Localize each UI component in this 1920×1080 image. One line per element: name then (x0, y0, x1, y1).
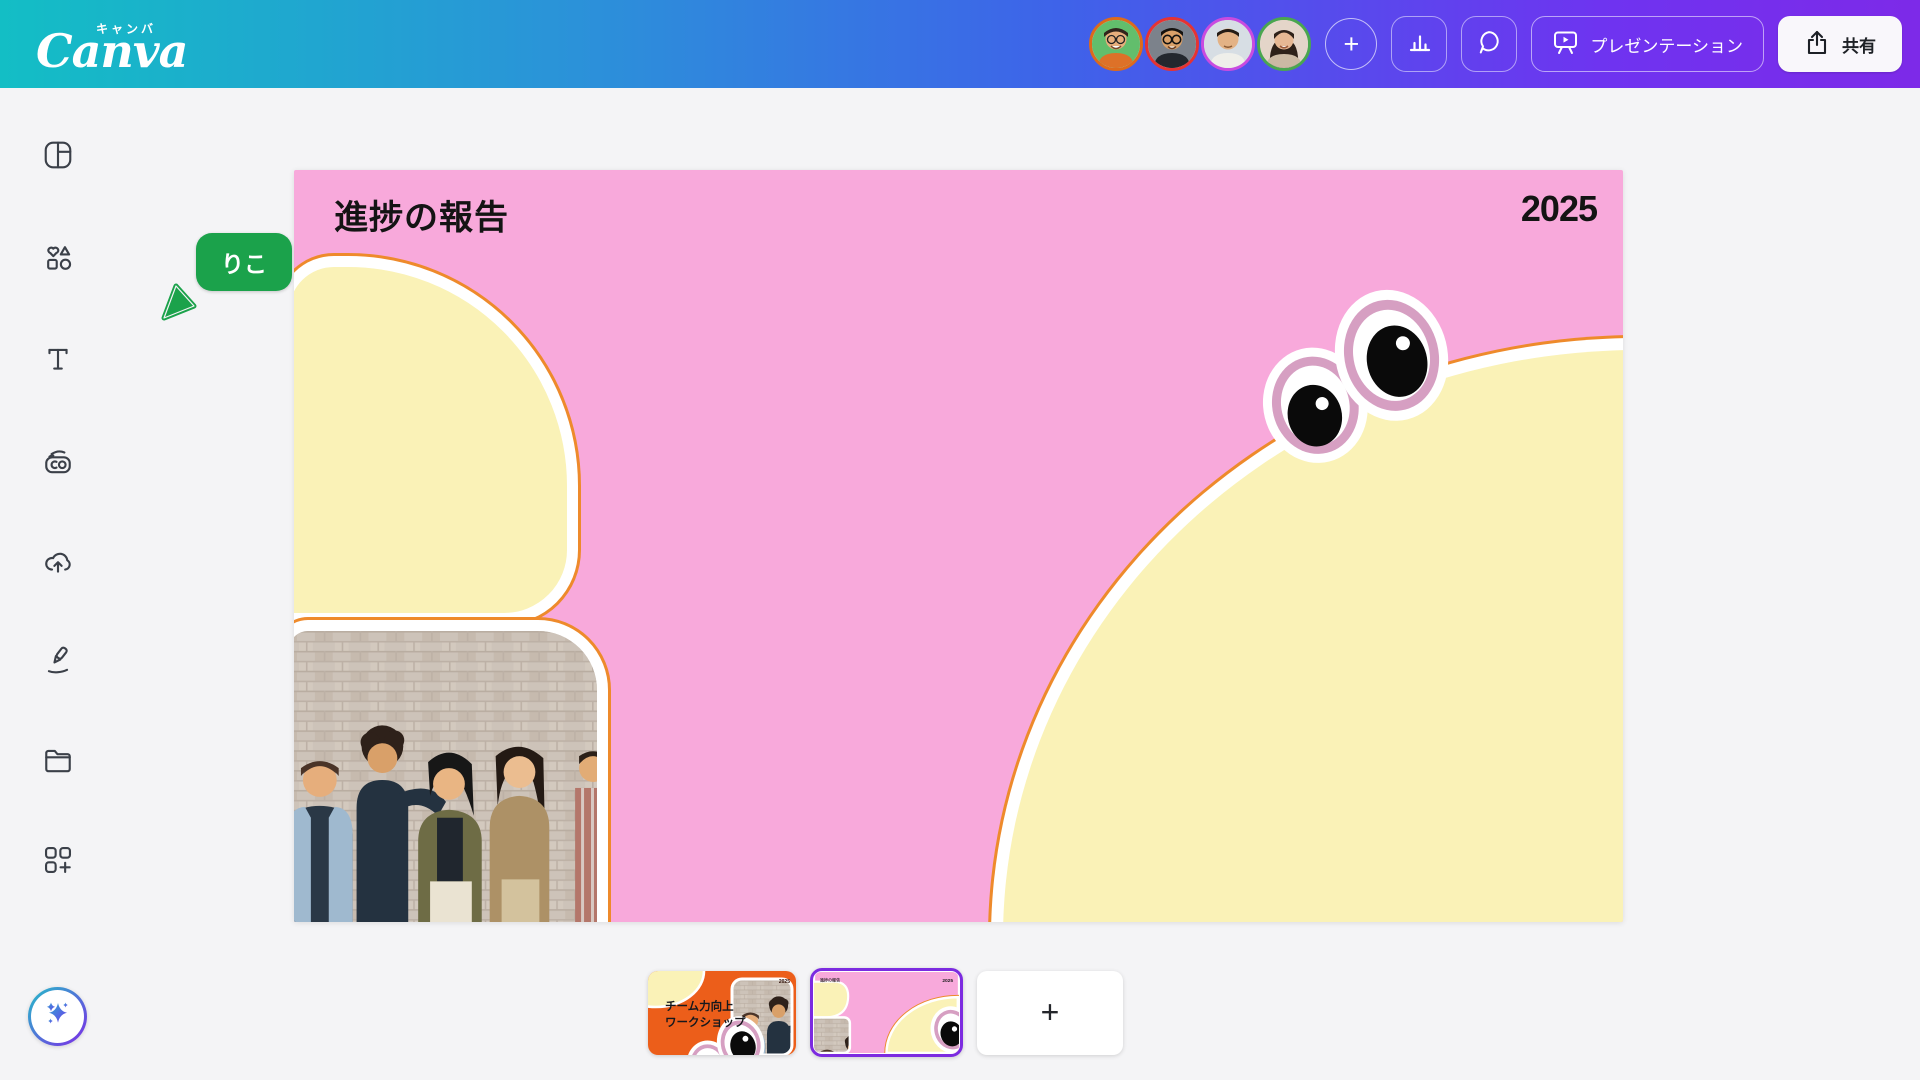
avatar-collaborator-4[interactable] (1257, 17, 1311, 71)
collaborator-cursor-label: りこ (196, 233, 292, 291)
present-label: プレゼンテーション (1590, 32, 1743, 57)
share-upload-icon (1804, 28, 1830, 61)
add-page-button[interactable]: + (977, 971, 1123, 1055)
googly-eyes-sticker[interactable] (1249, 282, 1469, 482)
avatar-collaborator-1[interactable] (1089, 17, 1143, 71)
sidebar-item-projects[interactable] (42, 744, 74, 776)
canva-editor: キャンバ Canva + (0, 0, 1920, 1080)
design-icon (42, 158, 74, 175)
upload-cloud-icon (42, 564, 74, 581)
topbar-actions: + プレゼンテーション 共有 (1087, 16, 1902, 72)
comment-bubble-icon (1474, 27, 1504, 62)
sidebar-item-uploads[interactable] (42, 545, 74, 577)
collaborator-avatars (1087, 17, 1311, 71)
top-bar: キャンバ Canva + (0, 0, 1920, 88)
canva-assistant-button[interactable] (28, 987, 87, 1046)
avatar-collaborator-2[interactable] (1145, 17, 1199, 71)
slide-title-text[interactable]: 進捗の報告 (334, 190, 509, 239)
sidebar-item-elements[interactable] (42, 241, 74, 273)
share-label: 共有 (1842, 32, 1876, 57)
sidebar-item-text[interactable] (42, 343, 74, 375)
comments-button[interactable] (1461, 16, 1517, 72)
slide-year-text[interactable]: 2025 (1521, 188, 1597, 230)
sidebar-item-draw[interactable] (42, 644, 74, 676)
share-button[interactable]: 共有 (1778, 16, 1902, 72)
thumb1-year: 2025 (779, 979, 790, 985)
plus-icon: + (1041, 994, 1060, 1031)
team-photo (294, 631, 597, 922)
bar-chart-icon (1404, 27, 1434, 62)
folder-icon (42, 763, 74, 780)
page-thumbnail-1[interactable]: チーム力向上 ワークショップ 2025 (648, 971, 796, 1055)
yellow-blob-top-left[interactable] (294, 256, 578, 624)
thumb1-label-line1: チーム力向上 (665, 999, 734, 1013)
insights-button[interactable] (1391, 16, 1447, 72)
thumb1-label-line2: ワークショップ (665, 1015, 746, 1029)
editor-sidebar (0, 88, 96, 1080)
page-filmstrip: チーム力向上 ワークショップ 2025 進捗の報告 2025 (648, 968, 1123, 1057)
sparkles-icon (41, 997, 75, 1036)
sidebar-item-apps[interactable] (42, 844, 74, 876)
sidebar-item-brand[interactable] (42, 445, 74, 477)
sidebar-item-design[interactable] (42, 139, 74, 171)
canva-logo[interactable]: キャンバ Canva (36, 14, 187, 74)
page-thumbnail-2-selected[interactable]: 進捗の報告 2025 (810, 968, 963, 1057)
team-photo-frame[interactable] (294, 620, 608, 922)
design-canvas-page[interactable]: 進捗の報告 2025 (294, 170, 1623, 922)
text-icon (42, 362, 74, 379)
thumb2-title: 進捗の報告 (820, 977, 840, 983)
elements-icon (42, 260, 74, 277)
add-collaborator-button[interactable]: + (1325, 18, 1377, 70)
draw-pen-icon (42, 663, 74, 680)
logo-furigana: キャンバ (96, 20, 156, 37)
present-button[interactable]: プレゼンテーション (1531, 16, 1764, 72)
thumb2-year: 2025 (942, 978, 953, 984)
presentation-icon (1552, 28, 1579, 60)
avatar-collaborator-3[interactable] (1201, 17, 1255, 71)
collaborator-cursor-arrow (160, 280, 202, 322)
brand-icon (42, 464, 74, 481)
apps-grid-icon (42, 863, 74, 880)
